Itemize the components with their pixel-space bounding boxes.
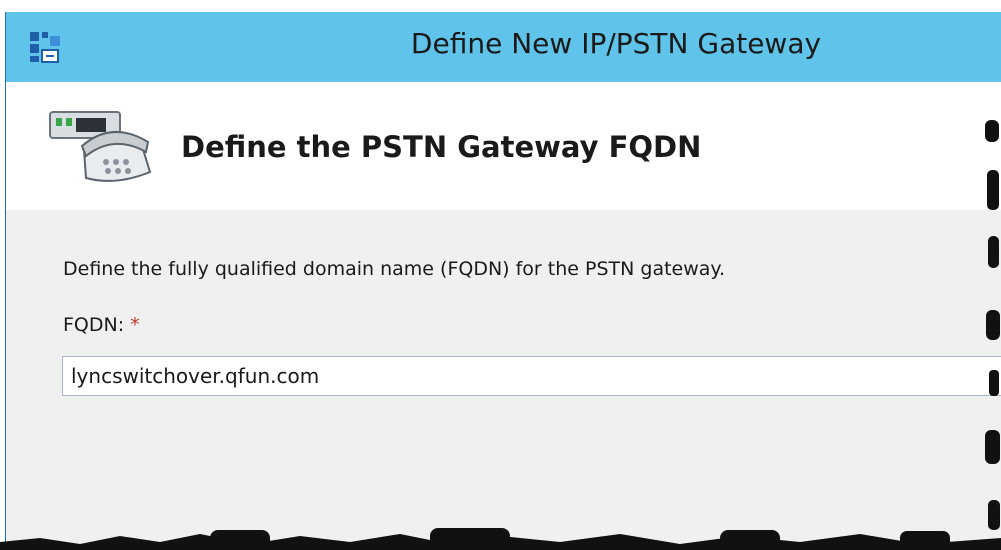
description-text: Define the fully qualified domain name (… xyxy=(63,258,725,280)
pstn-gateway-phone-icon xyxy=(49,111,152,182)
fqdn-label-text: FQDN: xyxy=(63,314,125,336)
fqdn-input[interactable] xyxy=(62,356,1001,396)
title-bar[interactable]: Define New IP/PSTN Gateway xyxy=(6,12,1001,82)
fqdn-label: FQDN: * xyxy=(63,314,140,336)
wizard-header: Define the PSTN Gateway FQDN xyxy=(6,82,1001,210)
dialog-window: Define New IP/PSTN Gateway Define the PS… xyxy=(5,12,1001,550)
required-marker: * xyxy=(130,314,140,336)
topology-builder-icon xyxy=(30,32,60,63)
redaction-scribble-right xyxy=(985,120,1000,530)
redaction-scribble-bottom xyxy=(0,528,1001,550)
form-area: Define the fully qualified domain name (… xyxy=(6,210,1001,550)
page-title: Define the PSTN Gateway FQDN xyxy=(181,130,702,164)
window-title: Define New IP/PSTN Gateway xyxy=(410,27,822,60)
